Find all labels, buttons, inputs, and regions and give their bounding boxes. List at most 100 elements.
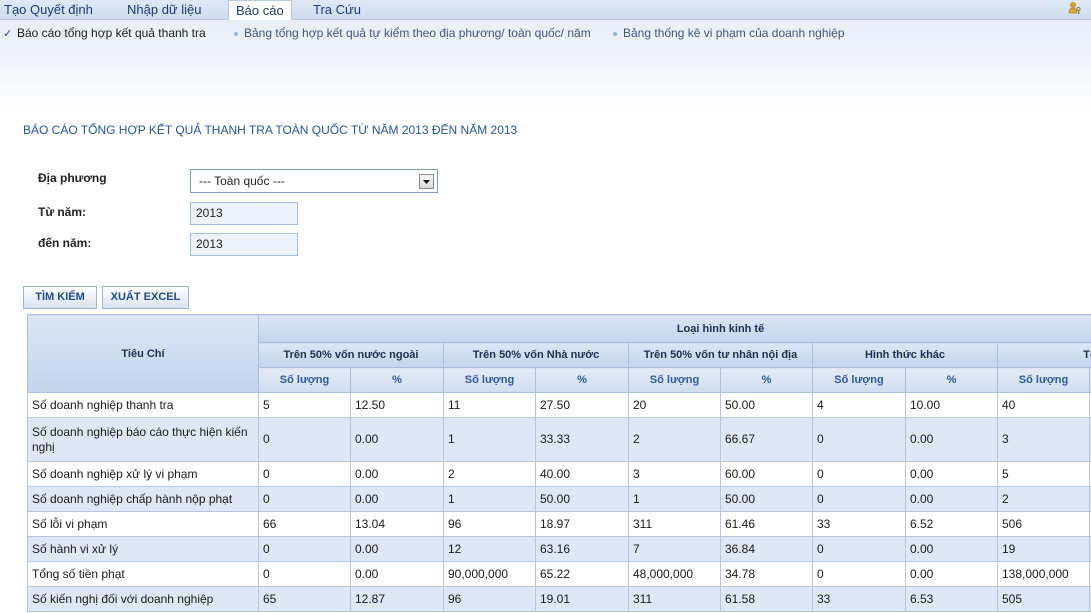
table-cell: 311: [628, 511, 721, 537]
chevron-down-icon[interactable]: [419, 174, 434, 189]
table-row: Số doanh nghiệp báo cáo thực hiện kiến n…: [27, 417, 1091, 462]
table-cell: 506: [997, 511, 1090, 537]
table-row: Số doanh nghiệp thanh tra 5 12.50 11 27.…: [27, 392, 1091, 418]
table-cell: 65: [258, 586, 351, 612]
from-year-label: Từ năm:: [38, 205, 87, 219]
table-cell: 50.00: [720, 392, 813, 418]
criteria-header: Tiêu Chí: [27, 314, 259, 393]
table-cell: 2: [443, 461, 536, 487]
table-cell: 66.67: [720, 417, 813, 462]
table-cell: 12: [443, 536, 536, 562]
criteria-label: Số kiến nghị đối với doanh nghiệp: [27, 586, 259, 612]
report-table: Tiêu Chí Loại hình kinh tế Trên 50% vốn …: [27, 314, 1091, 612]
table-cell: 505: [997, 586, 1090, 612]
report-table-container: Tiêu Chí Loại hình kinh tế Trên 50% vốn …: [27, 314, 1091, 613]
criteria-label: Số lỗi vi phạm: [27, 511, 259, 537]
table-cell: 33: [812, 586, 906, 612]
search-button[interactable]: TÌM KIẾM: [23, 286, 97, 309]
tab-bao-cao[interactable]: Báo cáo: [228, 0, 292, 20]
table-cell: 2: [997, 486, 1090, 512]
table-cell: 40: [997, 392, 1090, 418]
table-cell: 27.50: [535, 392, 629, 418]
column-group-header: Trên 50% vốn nước ngoài: [258, 342, 444, 368]
table-cell: 0: [812, 461, 906, 487]
table-cell: 1: [443, 486, 536, 512]
subnav-item-bang-tong-hop[interactable]: Bảng tổng hợp kết quả tự kiểm theo địa p…: [232, 26, 591, 41]
table-cell: 311: [628, 586, 721, 612]
table-cell: 96: [443, 586, 536, 612]
table-cell: 0.00: [350, 561, 444, 587]
table-cell: 33.33: [535, 417, 629, 462]
table-cell: 19: [997, 536, 1090, 562]
table-cell: 5: [997, 461, 1090, 487]
table-cell: 61.46: [720, 511, 813, 537]
criteria-label: Số doanh nghiệp xử lý vi phạm: [27, 461, 259, 487]
table-cell: 0: [812, 536, 906, 562]
table-cell: 0.00: [905, 536, 998, 562]
economic-type-header: Loại hình kinh tế: [257, 314, 1091, 343]
table-row: Số doanh nghiệp chấp hành nộp phạt 0 0.0…: [27, 486, 1091, 512]
table-cell: 18.97: [535, 511, 629, 537]
table-cell: 50.00: [535, 486, 629, 512]
top-nav: Tạo Quyết định Nhập dữ liệu Báo cáo Tra …: [0, 0, 1091, 20]
column-group-header: Trên 50% vốn Nhà nước: [443, 342, 629, 368]
user-key-icon[interactable]: [1068, 1, 1082, 15]
table-cell: 10.00: [905, 392, 998, 418]
criteria-label: Số doanh nghiệp thanh tra: [27, 392, 259, 418]
table-cell: 0: [812, 486, 906, 512]
table-cell: 63.16: [535, 536, 629, 562]
table-cell: 11: [443, 392, 536, 418]
table-cell: 60.00: [720, 461, 813, 487]
table-cell: 4: [812, 392, 906, 418]
subnav-item-bang-thong-ke[interactable]: Bảng thống kê vi phạm của doanh nghiệp: [611, 26, 845, 41]
percent-header: %: [535, 367, 629, 393]
table-cell: 6.52: [905, 511, 998, 537]
from-year-input[interactable]: 2013: [190, 202, 298, 225]
table-cell: 3: [628, 461, 721, 487]
table-row: Số lỗi vi phạm 66 13.04 96 18.97 311 61.…: [27, 511, 1091, 537]
table-cell: 0: [258, 486, 351, 512]
table-cell: 0.00: [350, 417, 444, 462]
count-header: Số lượng: [443, 367, 536, 393]
export-excel-button[interactable]: XUẤT EXCEL: [102, 286, 189, 309]
count-header: Số lượng: [997, 367, 1090, 393]
tab-tao-quyet-dinh[interactable]: Tạo Quyết định: [0, 0, 99, 19]
table-cell: 0: [258, 561, 351, 587]
region-select[interactable]: --- Toàn quốc ---: [190, 169, 438, 193]
table-cell: 6.53: [905, 586, 998, 612]
table-cell: 0: [258, 461, 351, 487]
bullet-icon: [232, 26, 244, 41]
count-header: Số lượng: [258, 367, 351, 393]
table-cell: 96: [443, 511, 536, 537]
bullet-icon: [611, 26, 623, 41]
column-group-header: Hình thức khác: [812, 342, 998, 368]
count-header: Số lượng: [812, 367, 906, 393]
region-select-value: --- Toàn quốc ---: [199, 174, 285, 188]
table-row: Tổng số tiền phạt 0 0.00 90,000,000 65.2…: [27, 561, 1091, 587]
table-cell: 1: [443, 417, 536, 462]
to-year-input[interactable]: 2013: [190, 233, 298, 256]
table-cell: 36.84: [720, 536, 813, 562]
count-header: Số lượng: [628, 367, 721, 393]
table-cell: 66: [258, 511, 351, 537]
table-cell: 0.00: [350, 461, 444, 487]
column-group-header: Trên 50% vốn tư nhân nội địa: [628, 342, 813, 368]
table-cell: 0.00: [905, 417, 998, 462]
tab-tra-cuu[interactable]: Tra Cứu: [307, 0, 367, 19]
table-cell: 13.04: [350, 511, 444, 537]
subnav-item-label: Bảng tổng hợp kết quả tự kiểm theo địa p…: [244, 26, 591, 40]
table-cell: 65.22: [535, 561, 629, 587]
table-row: Số doanh nghiệp xử lý vi phạm 0 0.00 2 4…: [27, 461, 1091, 487]
table-cell: 0.00: [905, 461, 998, 487]
table-cell: 40.00: [535, 461, 629, 487]
check-icon: ✓: [3, 27, 13, 40]
percent-header: %: [720, 367, 813, 393]
table-cell: 5: [258, 392, 351, 418]
subnav-item-bao-cao-tong-hop[interactable]: ✓ Báo cáo tổng hợp kết quả thanh tra: [3, 26, 206, 41]
tab-nhap-du-lieu[interactable]: Nhập dữ liệu: [121, 0, 207, 19]
table-cell: 12.50: [350, 392, 444, 418]
table-cell: 19.01: [535, 586, 629, 612]
table-cell: 34.78: [720, 561, 813, 587]
table-cell: 0: [258, 417, 351, 462]
page-title: BÁO CÁO TỔNG HỢP KẾT QUẢ THANH TRA TOÀN …: [23, 123, 518, 137]
